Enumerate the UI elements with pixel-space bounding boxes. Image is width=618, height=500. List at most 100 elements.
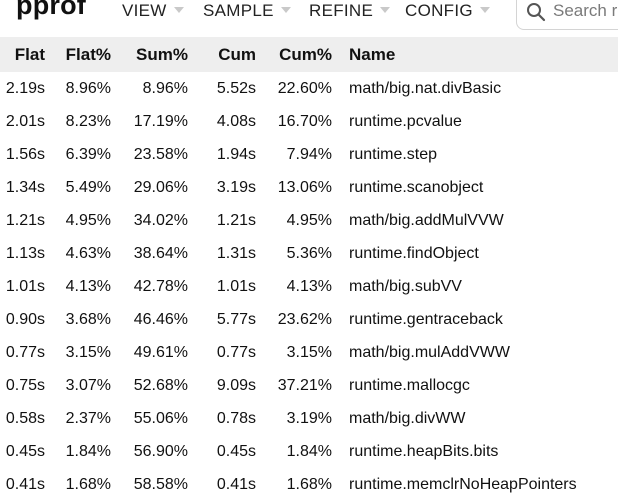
cell-flat-pct: 2.37% (65, 409, 111, 427)
table-row[interactable]: 0.90s 3.68% 46.46% 5.77s 23.62% runtime.gentr… (0, 303, 618, 336)
cell-sum-pct: 55.06% (133, 409, 188, 427)
table-row[interactable]: 0.77s 3.15% 49.61% 0.77s 3.15% math/big.mulAd… (0, 336, 618, 369)
cell-cum: 0.78s (216, 409, 256, 427)
cell-flat: 1.13s (5, 244, 45, 262)
menu-view[interactable]: VIEW (122, 0, 184, 22)
cell-cum-pct: 3.19% (286, 409, 332, 427)
cell-sum-pct: 42.78% (133, 277, 188, 295)
cell-flat: 1.56s (5, 145, 45, 163)
menu-config[interactable]: CONFIG (405, 0, 490, 22)
cell-sum-pct: 56.90% (133, 442, 188, 460)
cell-sum-pct: 49.61% (133, 343, 188, 361)
cell-flat-pct: 5.49% (65, 178, 111, 196)
cell-function-name: runtime.step (349, 145, 438, 163)
cell-cum: 1.21s (216, 211, 256, 229)
table-row[interactable]: 1.01s 4.13% 42.78% 1.01s 4.13% math/big.subVV (0, 270, 618, 303)
menu-refine[interactable]: REFINE (309, 0, 391, 22)
cell-flat-pct: 3.07% (65, 376, 111, 394)
menu-sample[interactable]: SAMPLE (203, 0, 291, 22)
cell-sum-pct: 17.19% (133, 112, 188, 130)
cell-cum: 1.94s (216, 145, 256, 163)
cell-cum: 9.09s (216, 376, 256, 394)
cell-function-name: runtime.pcvalue (349, 112, 462, 130)
cell-cum: 0.41s (216, 475, 256, 493)
col-header-sum-pct[interactable]: Sum% (111, 37, 188, 72)
table-row[interactable]: 0.41s 1.68% 58.58% 0.41s 1.68% runtime.memclr… (0, 468, 618, 500)
table-row[interactable]: 1.34s 5.49% 29.06% 3.19s 13.06% runtime.scano… (0, 171, 618, 204)
cell-flat-pct: 3.15% (65, 343, 111, 361)
table-row[interactable]: 0.45s 1.84% 56.90% 0.45s 1.84% runtime.heapBi… (0, 435, 618, 468)
cell-cum-pct: 4.13% (286, 277, 332, 295)
cell-cum-pct: 22.60% (277, 79, 332, 97)
cell-flat-pct: 3.68% (65, 310, 111, 328)
cell-cum: 0.77s (216, 343, 256, 361)
table-row[interactable]: 1.21s 4.95% 34.02% 1.21s 4.95% math/big.addMu… (0, 204, 618, 237)
cell-cum-pct: 37.21% (277, 376, 332, 394)
cell-sum-pct: 8.96% (142, 79, 188, 97)
cell-flat: 0.41s (5, 475, 45, 493)
table-row[interactable]: 1.13s 4.63% 38.64% 1.31s 5.36% runtime.findOb… (0, 237, 618, 270)
app-logo[interactable]: pprof (16, 0, 86, 21)
cell-flat-pct: 4.13% (65, 277, 111, 295)
cell-cum-pct: 1.68% (286, 475, 332, 493)
cell-cum: 1.31s (216, 244, 256, 262)
col-header-flat-pct[interactable]: Flat% (45, 37, 111, 72)
cell-cum-pct: 13.06% (277, 178, 332, 196)
search-input[interactable] (553, 1, 618, 21)
pprof-page: pprof VIEW SAMPLE REFINE CONFIG Flat (0, 0, 618, 500)
cell-sum-pct: 38.64% (133, 244, 188, 262)
cell-cum-pct: 3.15% (286, 343, 332, 361)
menu-sample-label: SAMPLE (203, 1, 274, 20)
cell-cum: 5.77s (216, 310, 256, 328)
menu-config-label: CONFIG (405, 1, 473, 20)
cell-flat: 0.75s (5, 376, 45, 394)
cell-flat: 0.90s (5, 310, 45, 328)
cell-flat: 0.58s (5, 409, 45, 427)
cell-flat-pct: 1.68% (65, 475, 111, 493)
cell-function-name: math/big.mulAddVWW (349, 343, 510, 361)
cell-flat-pct: 8.96% (65, 79, 111, 97)
table-row[interactable]: 0.75s 3.07% 52.68% 9.09s 37.21% runtime.mallo… (0, 369, 618, 402)
cell-cum: 3.19s (216, 178, 256, 196)
cell-cum-pct: 1.84% (286, 442, 332, 460)
cell-function-name: math/big.addMulVVW (349, 211, 504, 229)
cell-flat: 2.01s (5, 112, 45, 130)
col-header-cum-pct[interactable]: Cum% (256, 37, 332, 72)
cell-flat-pct: 8.23% (65, 112, 111, 130)
cell-function-name: math/big.nat.divBasic (349, 79, 502, 97)
cell-cum: 0.45s (216, 442, 256, 460)
cell-sum-pct: 46.46% (133, 310, 188, 328)
caret-down-icon (479, 6, 490, 13)
col-header-name[interactable]: Name (332, 37, 618, 72)
table-row[interactable]: 1.56s 6.39% 23.58% 1.94s 7.94% runtime.step (0, 138, 618, 171)
cell-function-name: math/big.subVV (349, 277, 462, 295)
cell-sum-pct: 34.02% (133, 211, 188, 229)
cell-sum-pct: 29.06% (133, 178, 188, 196)
cell-flat-pct: 4.95% (65, 211, 111, 229)
cell-flat: 0.45s (5, 442, 45, 460)
table-row[interactable]: 2.19s 8.96% 8.96% 5.52s 22.60% math/big.nat.d… (0, 72, 618, 105)
table-body: 2.19s 8.96% 8.96% 5.52s 22.60% math/big.nat.d… (0, 72, 618, 500)
cell-cum-pct: 5.36% (286, 244, 332, 262)
col-header-flat[interactable]: Flat (0, 37, 45, 72)
cell-function-name: runtime.heapBits.bits (349, 442, 499, 460)
profile-table-container: Flat Flat% Sum% Cum Cum% Name 2.19s 8.96%… (0, 37, 618, 500)
caret-down-icon (380, 6, 391, 13)
caret-down-icon (280, 6, 291, 13)
top-header: pprof VIEW SAMPLE REFINE CONFIG (0, 0, 618, 37)
table-row[interactable]: 0.58s 2.37% 55.06% 0.78s 3.19% math/big.divWW (0, 402, 618, 435)
profile-table: Flat Flat% Sum% Cum Cum% Name 2.19s 8.96%… (0, 37, 618, 500)
menu-refine-label: REFINE (309, 1, 374, 20)
search-box[interactable] (516, 0, 618, 30)
cell-function-name: math/big.divWW (349, 409, 466, 427)
cell-flat: 1.01s (5, 277, 45, 295)
cell-flat: 1.21s (5, 211, 45, 229)
cell-function-name: runtime.memclrNoHeapPointers (349, 475, 577, 493)
table-row[interactable]: 2.01s 8.23% 17.19% 4.08s 16.70% runtime.pcval… (0, 105, 618, 138)
menu-view-label: VIEW (122, 1, 167, 20)
cell-sum-pct: 52.68% (133, 376, 188, 394)
cell-cum-pct: 4.95% (286, 211, 332, 229)
cell-flat: 1.34s (5, 178, 45, 196)
table-header-row: Flat Flat% Sum% Cum Cum% Name (0, 37, 618, 72)
col-header-cum[interactable]: Cum (188, 37, 256, 72)
